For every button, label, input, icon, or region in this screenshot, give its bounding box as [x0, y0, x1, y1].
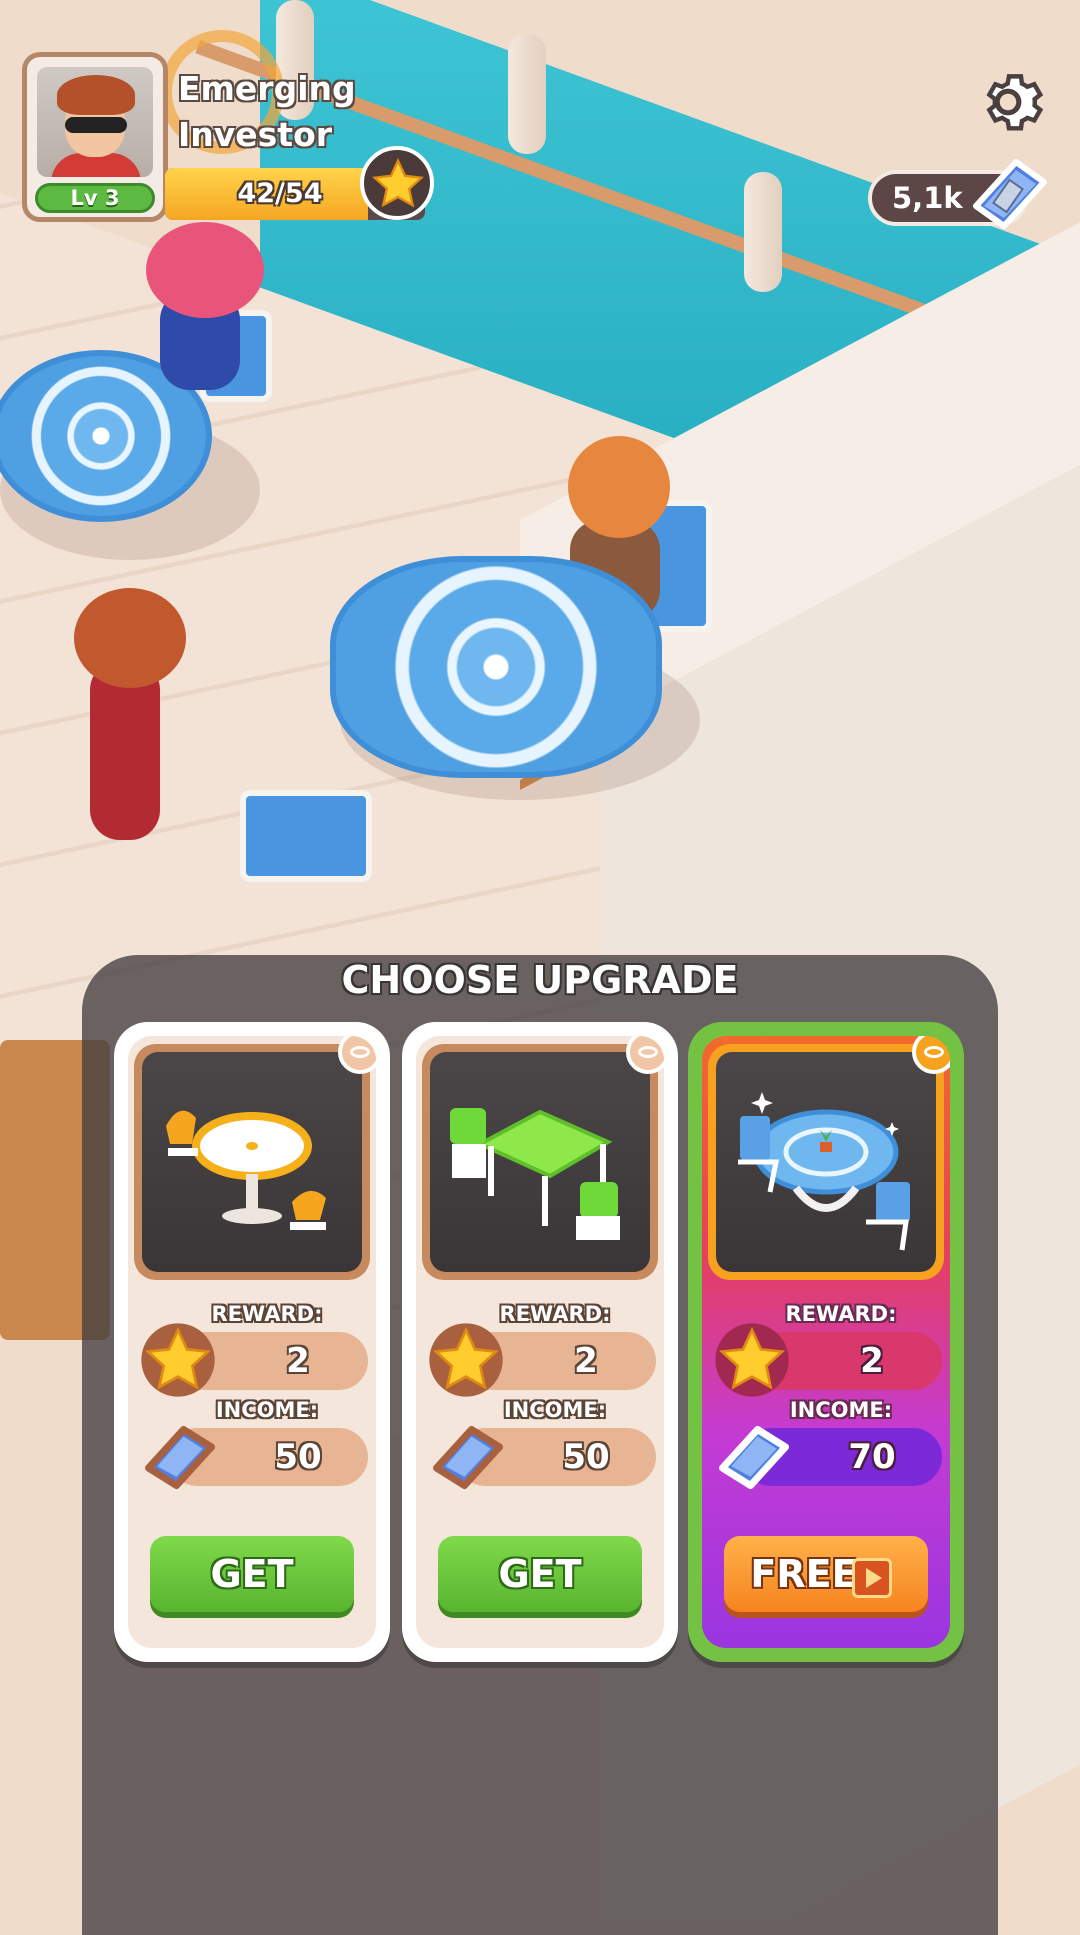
- item-image-frame: [134, 1044, 370, 1280]
- item-image-frame: [422, 1044, 658, 1280]
- reward-value: 2: [860, 1341, 884, 1381]
- white-round-table-set-icon: [142, 1052, 362, 1272]
- glass-table[interactable]: [330, 556, 662, 778]
- item-image-frame: [708, 1044, 944, 1280]
- get-button[interactable]: GET: [438, 1536, 642, 1612]
- gear-icon[interactable]: [970, 64, 1046, 140]
- star-icon: [138, 1320, 218, 1404]
- star-icon: [712, 1320, 792, 1404]
- reward-value: 2: [286, 1341, 310, 1381]
- star-icon: [426, 1320, 506, 1404]
- upgrade-card-2[interactable]: REWARD: 2 INCOME: 50 GET: [402, 1022, 678, 1662]
- level-badge: Lv 3: [35, 183, 155, 213]
- cash-amount: 5,1k: [892, 181, 963, 215]
- cash-stack-icon: [960, 146, 1056, 246]
- avatar: [37, 67, 153, 177]
- video-play-icon: [852, 1558, 892, 1598]
- get-button[interactable]: GET: [150, 1536, 354, 1612]
- cash-stack-icon: [712, 1412, 796, 1500]
- railing-post: [508, 34, 546, 154]
- rank-title-line1: Emerging: [178, 69, 356, 108]
- chair: [240, 790, 372, 882]
- income-value: 50: [274, 1437, 322, 1477]
- upgrade-card-1[interactable]: REWARD: 2 INCOME: 50 GET: [114, 1022, 390, 1662]
- cash-stack-icon: [426, 1412, 510, 1500]
- income-value: 50: [562, 1437, 610, 1477]
- panel-title: CHOOSE UPGRADE: [341, 958, 739, 1002]
- rank-title-line2: Investor: [178, 115, 333, 154]
- cash-stack-icon: [138, 1412, 222, 1500]
- star-icon: [360, 146, 434, 220]
- income-value: 70: [848, 1437, 896, 1477]
- upgrade-card-3[interactable]: REWARD: 2 INCOME: 70 FREE: [688, 1022, 964, 1662]
- player-avatar-frame[interactable]: Lv 3: [22, 52, 168, 222]
- blue-glass-table-set-icon: [716, 1052, 936, 1272]
- reward-value: 2: [574, 1341, 598, 1381]
- railing-post: [744, 172, 782, 292]
- free-button[interactable]: FREE: [724, 1536, 928, 1612]
- rank-title: Emerging Investor: [178, 66, 378, 158]
- customer-head: [146, 222, 264, 318]
- waiter-head: [74, 588, 186, 688]
- customer-head: [568, 436, 670, 538]
- green-square-table-set-icon: [430, 1052, 650, 1272]
